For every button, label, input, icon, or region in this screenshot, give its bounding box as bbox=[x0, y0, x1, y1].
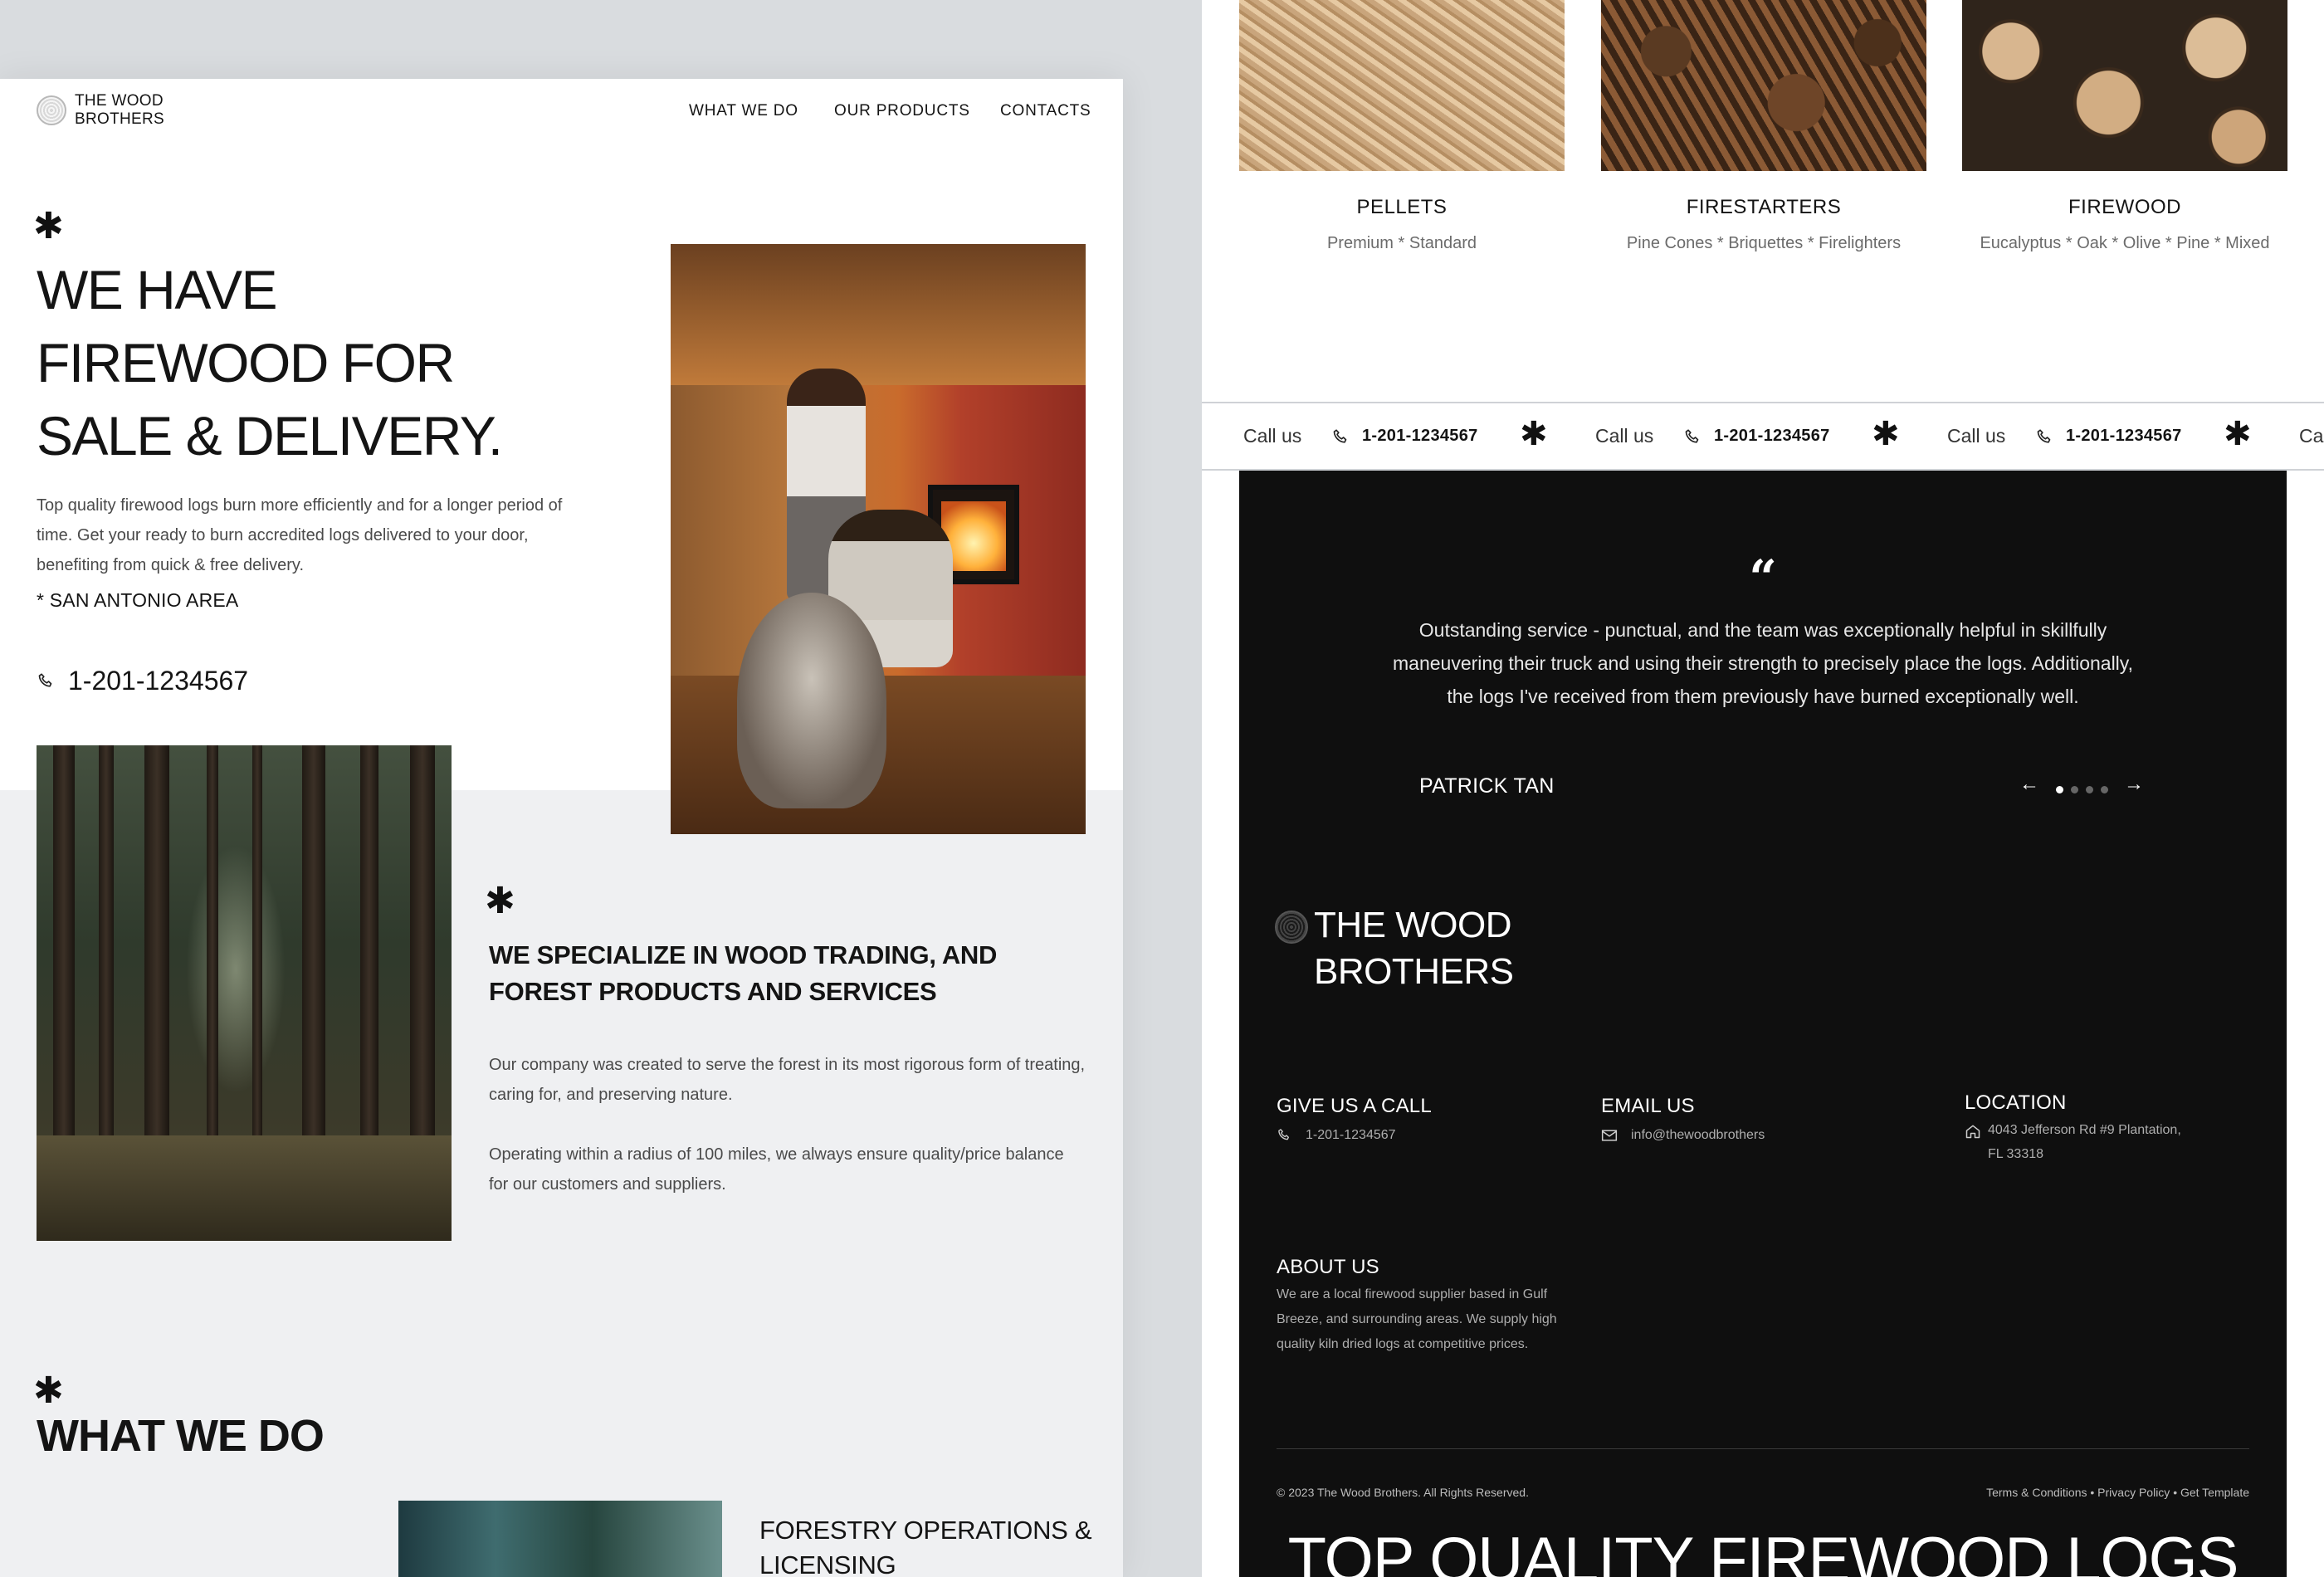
arrow-left-icon[interactable]: ← bbox=[2019, 773, 2039, 796]
footer-email-heading: EMAIL US bbox=[1601, 1095, 1695, 1117]
asterisk-icon: ✱ bbox=[1872, 415, 1900, 453]
specialize-paragraph-1: Our company was created to serve the for… bbox=[489, 1056, 1086, 1104]
footer-location-heading: LOCATION bbox=[1965, 1091, 2067, 1114]
footer-location-line-1: 4043 Jefferson Rd #9 Plantation, bbox=[1988, 1123, 2181, 1137]
brand-line-1: THE WOOD bbox=[75, 92, 164, 110]
footer-about-text: We are a local firewood supplier based i… bbox=[1277, 1287, 1557, 1351]
asterisk-icon: ✱ bbox=[485, 880, 515, 922]
carousel-dot[interactable] bbox=[2086, 786, 2093, 793]
testimonial-author: PATRICK TAN bbox=[1419, 774, 1555, 798]
footer-brand-line-1: THE WOOD bbox=[1314, 905, 1511, 945]
hero-description: Top quality firewood logs burn more effi… bbox=[37, 496, 563, 574]
ticker-phone[interactable]: 1-201-1234567 bbox=[2066, 427, 2182, 446]
ticker-call-label-cut: Ca bbox=[2299, 425, 2324, 447]
photo-light bbox=[186, 845, 286, 1094]
phone-icon bbox=[2037, 429, 2051, 443]
footer-copyright: © 2023 The Wood Brothers. All Rights Res… bbox=[1277, 1486, 1529, 1499]
footer-divider bbox=[1277, 1448, 2249, 1449]
product-name-firestarters[interactable]: FIRESTARTERS bbox=[1601, 196, 1926, 219]
footer-brand-line-2: BROTHERS bbox=[1314, 951, 1514, 992]
product-sub-pellets: Premium * Standard bbox=[1326, 234, 1477, 252]
asterisk-icon: ✱ bbox=[33, 205, 64, 247]
home-icon bbox=[1965, 1125, 1980, 1139]
hero-phone-number: 1-201-1234567 bbox=[68, 666, 249, 696]
hero-title-line-3: SALE & DELIVERY. bbox=[37, 405, 503, 466]
arrow-right-icon[interactable]: → bbox=[2124, 773, 2144, 796]
photo-dog bbox=[737, 593, 886, 808]
phone-icon bbox=[1685, 429, 1699, 443]
footer-brand[interactable]: THE WOOD BROTHERS bbox=[1314, 902, 1646, 995]
landing-page-right: PELLETS FIRESTARTERS FIREWOOD Premium * … bbox=[1202, 0, 2324, 1577]
call-us-ticker: Call us 1-201-1234567 ✱ Call us 1-201-12… bbox=[1202, 402, 2324, 471]
footer-call-value[interactable]: 1-201-1234567 bbox=[1306, 1124, 1396, 1147]
ticker-call-label: Call us bbox=[1595, 425, 1654, 447]
product-sub-firestarters: Pine Cones * Briquettes * Firelighters bbox=[1626, 234, 1902, 252]
quote-icon: “ bbox=[1749, 549, 1777, 606]
hero-title-line-2: FIREWOOD FOR bbox=[37, 332, 455, 393]
hero-title: WE HAVE FIREWOOD FOR SALE & DELIVERY. bbox=[37, 253, 667, 472]
brand-line-2: BROTHERS bbox=[75, 110, 164, 128]
product-name-firewood[interactable]: FIREWOOD bbox=[1962, 196, 2287, 219]
mail-icon bbox=[1601, 1130, 1618, 1141]
ticker-call-label: Call us bbox=[1243, 425, 1302, 447]
nav-what-we-do[interactable]: WHAT WE DO bbox=[689, 102, 798, 120]
phone-icon bbox=[1333, 429, 1347, 443]
fireplace-photo bbox=[671, 244, 1086, 834]
ticker-phone[interactable]: 1-201-1234567 bbox=[1362, 427, 1478, 446]
forestry-photo bbox=[398, 1501, 722, 1577]
product-name-pellets[interactable]: PELLETS bbox=[1239, 196, 1565, 219]
footer-location-line-2: FL 33318 bbox=[1988, 1147, 2044, 1161]
carousel-dot[interactable] bbox=[2056, 786, 2063, 793]
testimonial-text: Outstanding service - punctual, and the … bbox=[1393, 619, 2133, 707]
dark-footer-section: “ Outstanding service - punctual, and th… bbox=[1239, 471, 2287, 1577]
brand-name[interactable]: THE WOOD BROTHERS bbox=[75, 92, 164, 129]
pellets-image[interactable] bbox=[1239, 0, 1565, 171]
photo-ground bbox=[37, 1135, 452, 1241]
firewood-image[interactable] bbox=[1962, 0, 2287, 171]
asterisk-icon: ✱ bbox=[33, 1370, 64, 1412]
forest-photo bbox=[37, 745, 452, 1241]
landing-page-left: THE WOOD BROTHERS WHAT WE DO OUR PRODUCT… bbox=[0, 79, 1123, 1577]
what-we-do-title: WHAT WE DO bbox=[37, 1411, 325, 1461]
footer-about-heading: ABOUT US bbox=[1277, 1256, 1379, 1278]
brand-logo-icon[interactable] bbox=[37, 95, 66, 125]
footer-email-value[interactable]: info@thewoodbrothers bbox=[1631, 1124, 1765, 1147]
product-sub-firewood: Eucalyptus * Oak * Olive * Pine * Mixed bbox=[1980, 234, 2270, 252]
specialize-paragraph-2: Operating within a radius of 100 miles, … bbox=[489, 1145, 1064, 1194]
footer-legal-links[interactable]: Terms & Conditions • Privacy Policy • Ge… bbox=[1953, 1486, 2249, 1499]
footer-logo-icon[interactable] bbox=[1275, 911, 1308, 944]
footer-call-heading: GIVE US A CALL bbox=[1277, 1095, 1432, 1117]
phone-icon bbox=[38, 672, 52, 687]
firestarters-image[interactable] bbox=[1601, 0, 1926, 171]
ticker-phone[interactable]: 1-201-1234567 bbox=[1714, 427, 1830, 446]
hero-phone-link[interactable]: 1-201-1234567 bbox=[37, 666, 248, 696]
nav-contacts[interactable]: CONTACTS bbox=[1000, 102, 1091, 120]
nav-our-products[interactable]: OUR PRODUCTS bbox=[834, 102, 970, 120]
service-area: * SAN ANTONIO AREA bbox=[37, 589, 239, 611]
specialize-title: WE SPECIALIZE IN WOOD TRADING, AND FORES… bbox=[489, 940, 998, 1006]
footer-tagline: TOP QUALITY FIREWOOD LOGS bbox=[1287, 1525, 2239, 1577]
carousel-dot[interactable] bbox=[2101, 786, 2108, 793]
carousel-dot[interactable] bbox=[2071, 786, 2078, 793]
photo-ceiling bbox=[671, 244, 1086, 385]
forestry-service-title[interactable]: FORESTRY OPERATIONS & LICENSING bbox=[759, 1513, 1116, 1577]
phone-icon bbox=[1278, 1129, 1289, 1140]
ticker-call-label: Call us bbox=[1947, 425, 2006, 447]
hero-title-line-1: WE HAVE bbox=[37, 259, 277, 320]
asterisk-icon: ✱ bbox=[1520, 415, 1548, 453]
asterisk-icon: ✱ bbox=[2224, 415, 2252, 453]
